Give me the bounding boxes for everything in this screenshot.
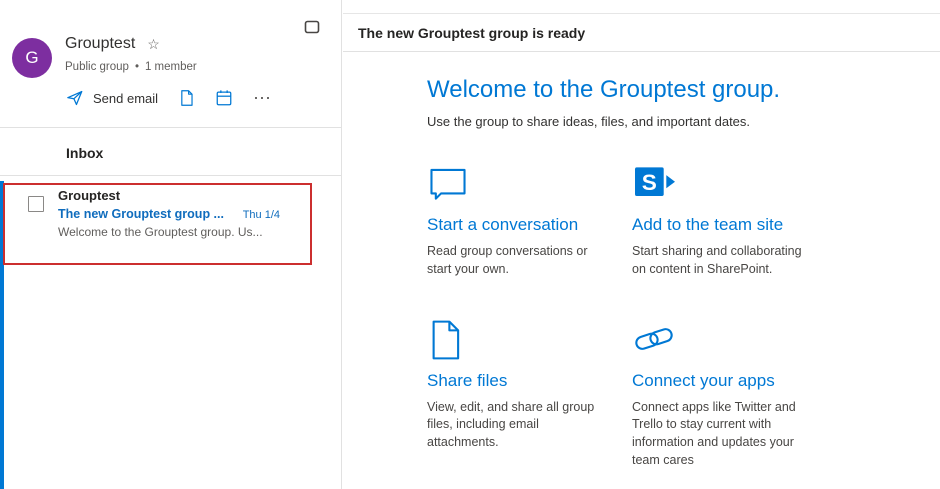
group-action-bar: Send email ⋯ (66, 86, 273, 110)
files-icon[interactable] (178, 89, 195, 107)
welcome-subtitle: Use the group to share ideas, files, and… (427, 114, 751, 129)
email-subject: The new Grouptest group ... (58, 207, 224, 221)
send-email-button[interactable]: Send email (66, 89, 158, 107)
avatar-letter: G (25, 48, 39, 67)
welcome-title: Welcome to the Grouptest group. (427, 76, 781, 103)
feature-description: Start sharing and collaborating on conte… (632, 244, 802, 276)
send-plane-icon (66, 89, 84, 107)
comment-icon (427, 163, 632, 207)
group-name-row: Grouptest ☆ (65, 35, 160, 53)
email-list-item[interactable]: Grouptest The new Grouptest group ... Th… (0, 181, 320, 266)
feature-description: Connect apps like Twitter and Trello to … (632, 399, 796, 467)
file-icon (427, 319, 632, 363)
feature-team-site: S Add to the team site Start sharing and… (632, 163, 882, 279)
outlook-group-window: G Grouptest ☆ Public group • 1 member Se… (0, 0, 940, 489)
calendar-icon[interactable] (215, 89, 233, 107)
group-sidebar: G Grouptest ☆ Public group • 1 member Se… (0, 0, 342, 489)
group-name: Grouptest (65, 35, 136, 52)
feature-grid: Start a conversation Read group conversa… (427, 163, 940, 470)
divider (0, 127, 341, 128)
selection-indicator-bar (0, 181, 4, 489)
group-type-label: Public group (65, 61, 129, 73)
group-avatar[interactable]: G (12, 38, 52, 78)
send-email-label: Send email (93, 90, 159, 106)
more-options-button[interactable]: ⋯ (253, 89, 273, 107)
favorite-star-icon[interactable]: ☆ (147, 36, 160, 53)
sharepoint-icon: S (632, 163, 882, 207)
inbox-heading: Inbox (66, 145, 104, 161)
email-preview: Welcome to the Grouptest group. Us... (58, 225, 263, 239)
bullet-separator: • (134, 61, 139, 73)
feature-connect-apps: Connect your apps Connect apps like Twit… (632, 319, 882, 470)
feature-link[interactable]: Share files (427, 371, 632, 391)
message-body: Welcome to the Grouptest group. Use the … (343, 52, 940, 470)
member-count: 1 member (144, 61, 197, 73)
divider (0, 175, 341, 176)
feature-start-conversation: Start a conversation Read group conversa… (427, 163, 632, 279)
feature-link[interactable]: Add to the team site (632, 215, 882, 235)
email-summary: Grouptest The new Grouptest group ... Th… (58, 187, 280, 239)
message-subject: The new Grouptest group is ready (358, 24, 586, 41)
feature-share-files: Share files View, edit, and share all gr… (427, 319, 632, 470)
email-checkbox[interactable] (28, 196, 44, 212)
svg-text:S: S (642, 170, 657, 195)
link-icon (632, 319, 882, 363)
email-date: Thu 1/4 (242, 209, 280, 221)
reading-pane: The new Grouptest group is ready Welcome… (343, 0, 940, 489)
group-meta: Public group • 1 member (65, 61, 197, 73)
feature-link[interactable]: Start a conversation (427, 215, 632, 235)
message-header: The new Grouptest group is ready (343, 13, 940, 52)
feature-description: Read group conversations or start your o… (427, 244, 588, 276)
email-sender: Grouptest (58, 188, 121, 203)
open-in-new-window-icon[interactable] (304, 20, 321, 40)
feature-description: View, edit, and share all group files, i… (427, 399, 595, 450)
feature-link[interactable]: Connect your apps (632, 371, 882, 391)
